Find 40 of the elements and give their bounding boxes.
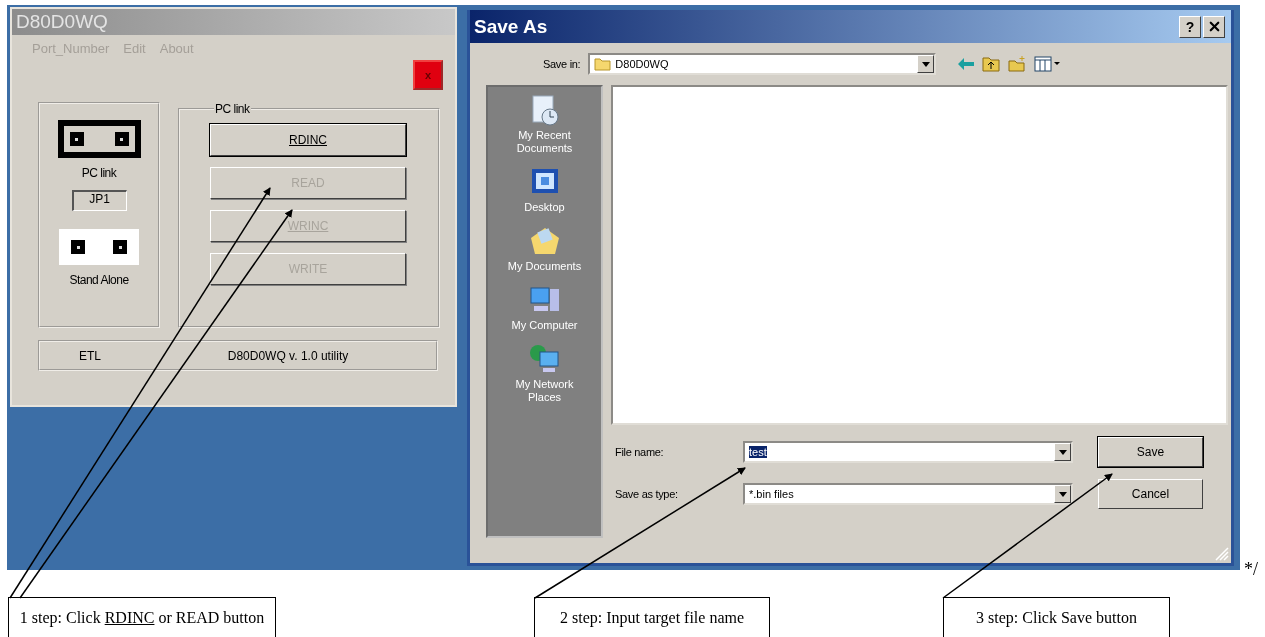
close-button[interactable] bbox=[1203, 15, 1225, 38]
cancel-button[interactable]: Cancel bbox=[1098, 479, 1203, 509]
folder-icon bbox=[594, 57, 612, 71]
dropdown-arrow-icon bbox=[921, 61, 930, 67]
step-callout: 2 step: Input target file name bbox=[534, 597, 770, 637]
group-title: PC link bbox=[214, 102, 251, 116]
resize-grip-icon[interactable] bbox=[1215, 547, 1229, 561]
close-button[interactable]: x bbox=[413, 60, 443, 90]
places-item[interactable]: My Documents bbox=[502, 224, 587, 273]
status-text: ETL bbox=[78, 348, 102, 363]
help-button[interactable]: ? bbox=[1179, 15, 1201, 38]
file-type-combobox[interactable]: *.bin files bbox=[743, 483, 1073, 505]
save-in-label: Save in: bbox=[543, 58, 581, 70]
file-name-field[interactable]: test bbox=[743, 441, 1073, 463]
dropdown-button[interactable] bbox=[917, 55, 935, 73]
action-button[interactable]: RDINC bbox=[210, 124, 406, 156]
places-item[interactable]: My Computer bbox=[502, 283, 587, 332]
jumper-label: PC link bbox=[81, 166, 117, 180]
jumper-id-field: JP1 bbox=[71, 190, 127, 211]
save-button[interactable]: Save bbox=[1098, 437, 1203, 467]
save-as-type-label: Save as type: bbox=[615, 488, 679, 500]
dropdown-button[interactable] bbox=[1054, 485, 1071, 503]
view-menu-icon[interactable] bbox=[1034, 56, 1061, 72]
step-callout: 3 step: Click Save button bbox=[943, 597, 1170, 637]
dialog-title: Save As bbox=[474, 15, 548, 38]
places-item[interactable]: My Recent Documents bbox=[502, 93, 587, 155]
window-title: D80D0WQ bbox=[12, 9, 455, 35]
save-in-combobox[interactable]: D80D0WQ bbox=[588, 53, 937, 75]
jumper-icon[interactable] bbox=[57, 120, 141, 158]
status-text: D80D0WQ v. 1.0 utility bbox=[226, 348, 350, 363]
dropdown-arrow-icon bbox=[1058, 491, 1067, 497]
file-name-label: File name: bbox=[615, 446, 665, 458]
trailing-mark: */ bbox=[1244, 559, 1258, 580]
step-callout: 1 step: Click RDINC or READ button bbox=[8, 597, 276, 637]
up-folder-icon[interactable] bbox=[982, 56, 1001, 72]
places-item[interactable]: My Network Places bbox=[502, 342, 587, 404]
dropdown-button[interactable] bbox=[1054, 443, 1071, 461]
dropdown-arrow-icon bbox=[1058, 449, 1067, 455]
jumper-label: Stand Alone bbox=[69, 273, 129, 287]
places-item[interactable]: Desktop bbox=[502, 165, 587, 214]
